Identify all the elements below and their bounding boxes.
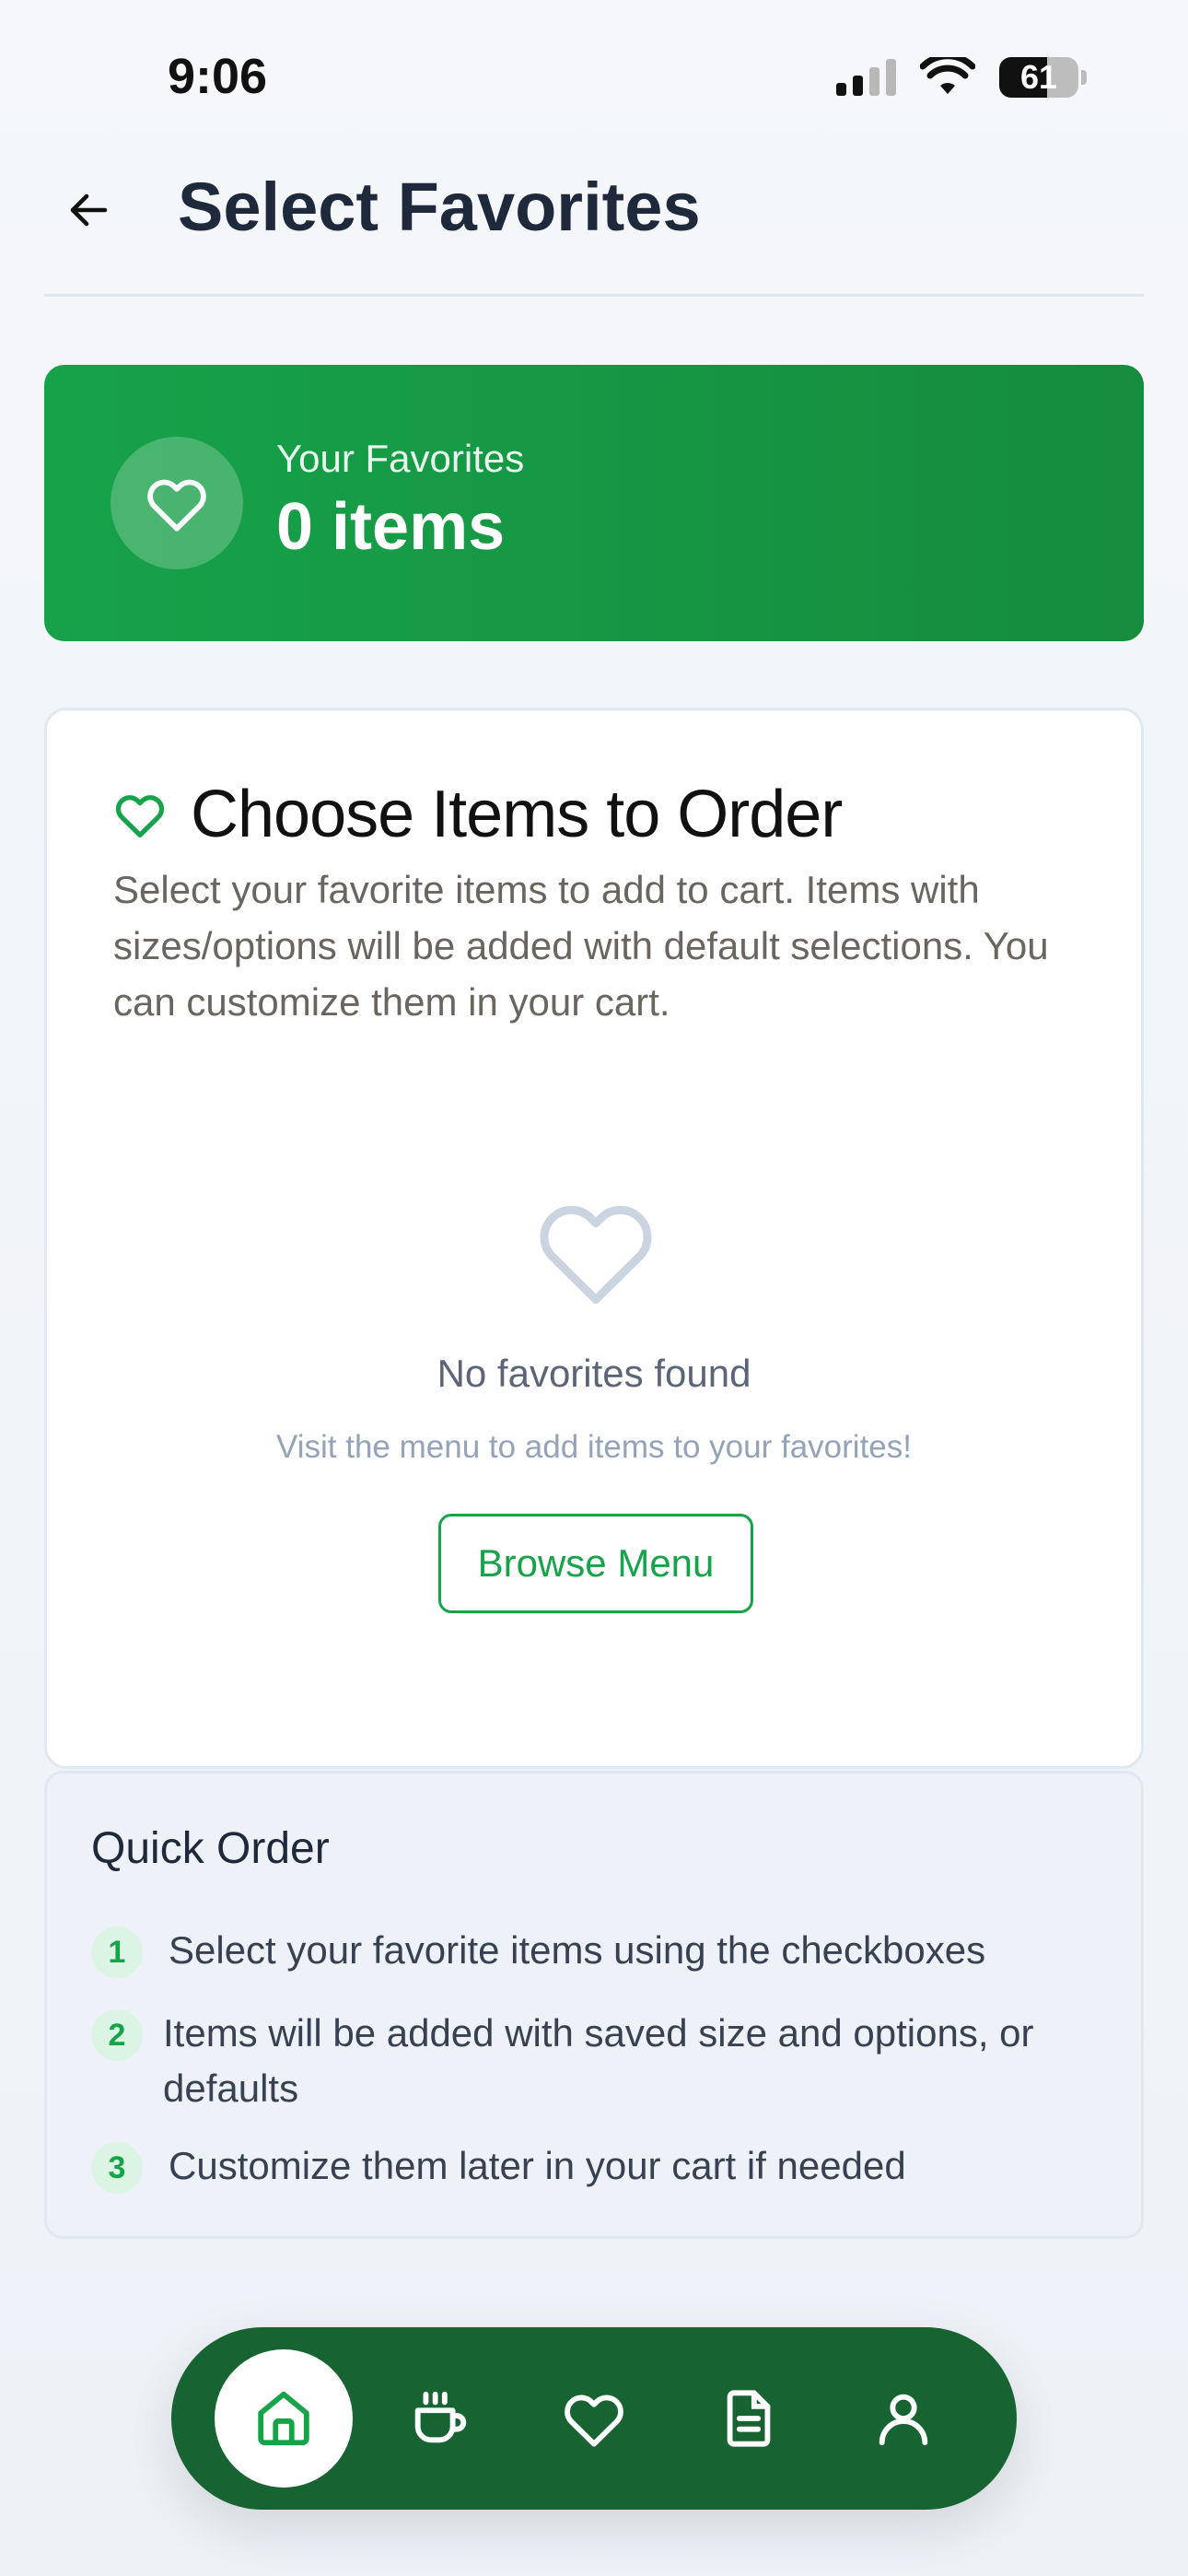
nav-orders[interactable] xyxy=(680,2327,818,2510)
quick-order-step: 2 Items will be added with saved size an… xyxy=(91,2006,1084,2116)
nav-home[interactable] xyxy=(215,2327,353,2510)
favorites-summary-banner: Your Favorites 0 items xyxy=(44,365,1144,641)
back-button[interactable] xyxy=(63,184,114,236)
heart-outline-icon xyxy=(540,1205,652,1305)
user-icon xyxy=(879,2394,928,2446)
favorites-label: Your Favorites xyxy=(276,437,525,480)
quick-order-card: Quick Order 1 Select your favorite items… xyxy=(44,1771,1144,2239)
choose-items-card: Choose Items to Order Select your favori… xyxy=(44,708,1144,1769)
step-text: Select your favorite items using the che… xyxy=(169,1928,986,1972)
heart-icon xyxy=(565,2395,623,2447)
choose-items-description: Select your favorite items to add to car… xyxy=(113,868,1049,1024)
step-text: Customize them later in your cart if nee… xyxy=(169,2144,906,2187)
favorites-badge xyxy=(111,437,243,569)
coffee-cup-icon xyxy=(414,2391,467,2443)
empty-state-title: No favorites found xyxy=(437,1352,751,1395)
quick-order-title: Quick Order xyxy=(91,1824,330,1873)
quick-order-step: 3 Customize them later in your cart if n… xyxy=(91,2138,1089,2194)
choose-items-header: Choose Items to Order xyxy=(113,777,843,852)
page-title: Select Favorites xyxy=(178,169,701,245)
step-number: 3 xyxy=(91,2142,143,2194)
nav-profile[interactable] xyxy=(834,2327,973,2510)
quick-order-step: 1 Select your favorite items using the c… xyxy=(91,1923,1089,1978)
nav-favorites[interactable] xyxy=(525,2327,663,2510)
empty-state-subtitle: Visit the menu to add items to your favo… xyxy=(276,1429,912,1465)
browse-menu-button[interactable]: Browse Menu xyxy=(438,1514,753,1613)
home-icon xyxy=(258,2391,309,2446)
nav-menu[interactable] xyxy=(370,2327,508,2510)
heart-icon xyxy=(147,479,206,532)
screen: 9:06 61 Select Favorites Your Favorites … xyxy=(0,0,1188,2576)
heart-icon xyxy=(116,795,164,838)
status-icons: 61 xyxy=(836,57,1087,98)
page-header: Select Favorites xyxy=(44,157,1144,297)
battery-icon: 61 xyxy=(999,57,1078,98)
step-number: 2 xyxy=(91,2009,143,2061)
arrow-left-icon xyxy=(70,193,108,227)
cellular-signal-icon xyxy=(836,59,896,96)
battery-indicator: 61 xyxy=(999,57,1087,98)
step-number: 1 xyxy=(91,1926,143,1978)
favorites-count: 0 items xyxy=(276,490,506,564)
status-bar: 9:06 61 xyxy=(0,0,1188,157)
battery-level: 61 xyxy=(1019,58,1058,96)
status-time: 9:06 xyxy=(168,49,268,104)
document-icon xyxy=(727,2390,771,2447)
step-text: Items will be added with saved size and … xyxy=(163,2011,1034,2110)
bottom-navigation xyxy=(171,2327,1017,2510)
choose-items-title: Choose Items to Order xyxy=(191,778,843,851)
wifi-icon xyxy=(920,57,975,94)
